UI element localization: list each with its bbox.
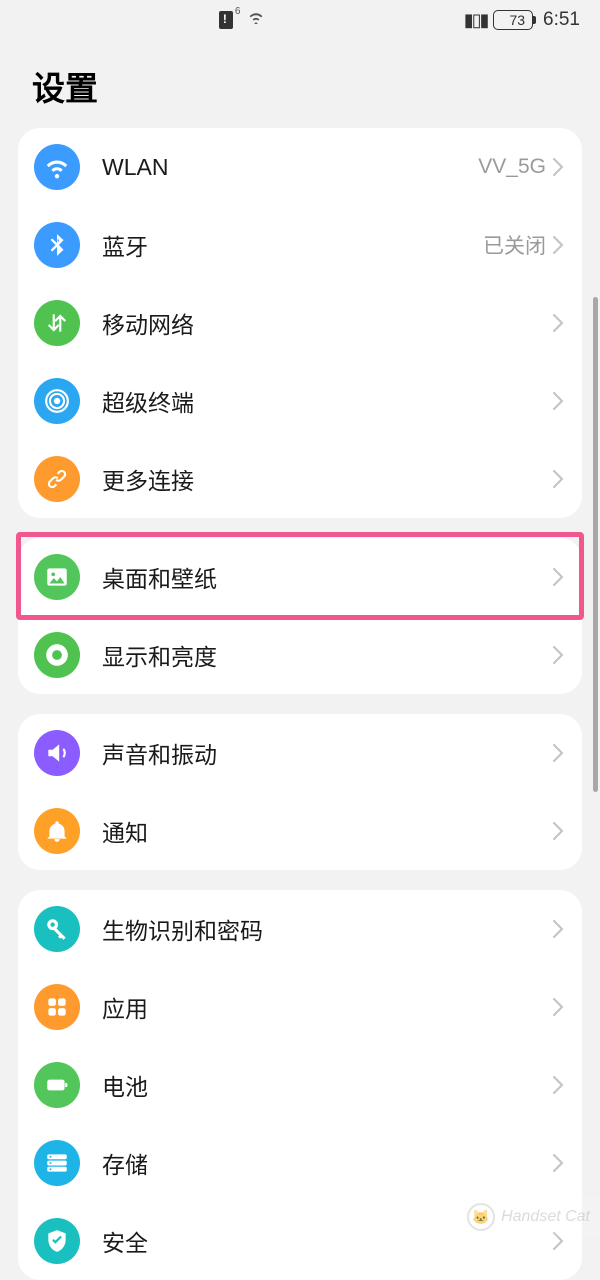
battery-pct: 73 [505,12,529,28]
row-label: 应用 [102,990,552,1024]
row-label: 电池 [102,1068,552,1102]
status-right: ▮▯▮ 73 6:51 [464,9,580,31]
chevron-right-icon [552,997,564,1017]
row-label: WLAN [102,154,478,181]
chevron-right-icon [552,469,564,489]
bluetooth-icon [34,222,80,268]
settings-row-display[interactable]: 显示和亮度 [18,616,582,694]
chevron-right-icon [552,743,564,763]
sound-icon [34,730,80,776]
settings-row-more-conn[interactable]: 更多连接 [18,440,582,518]
watermark-text: Handset Cat [501,1208,590,1226]
row-value: 已关闭 [483,230,546,260]
storage-icon [34,1140,80,1186]
battery-icon [34,1062,80,1108]
settings-row-super-device[interactable]: 超级终端 [18,362,582,440]
chevron-right-icon [552,235,564,255]
status-left: 6 [20,9,464,32]
settings-row-wlan[interactable]: WLANVV_5G [18,128,582,206]
settings-row-battery[interactable]: 电池 [18,1046,582,1124]
settings-group: 桌面和壁纸显示和亮度 [18,538,582,694]
chevron-right-icon [552,567,564,587]
row-label: 移动网络 [102,306,552,340]
scroll-indicator[interactable] [593,297,598,792]
status-bar: 6 ▮▯▮ 73 6:51 [0,0,600,40]
watermark: 🐱 Handset Cat [457,1197,600,1237]
row-label: 更多连接 [102,462,552,496]
settings-row-notifications[interactable]: 通知 [18,792,582,870]
settings-row-sound[interactable]: 声音和振动 [18,714,582,792]
battery-indicator: 73 [493,10,533,30]
row-label: 桌面和壁纸 [102,560,552,594]
super-device-icon [34,378,80,424]
row-label: 通知 [102,814,552,848]
settings-row-mobile[interactable]: 移动网络 [18,284,582,362]
clock: 6:51 [543,9,580,31]
settings-row-biometrics[interactable]: 生物识别和密码 [18,890,582,968]
row-label: 蓝牙 [102,228,483,262]
chevron-right-icon [552,1075,564,1095]
chevron-right-icon [552,645,564,665]
sim-alert-icon [219,11,233,29]
settings-row-apps[interactable]: 应用 [18,968,582,1046]
row-label: 存储 [102,1146,552,1180]
wifi-icon [34,144,80,190]
settings-list: WLANVV_5G蓝牙已关闭移动网络超级终端更多连接桌面和壁纸显示和亮度声音和振… [0,128,600,1280]
mobile-data-icon [34,300,80,346]
settings-group: 声音和振动通知 [18,714,582,870]
row-label: 超级终端 [102,384,552,418]
wallpaper-icon [34,554,80,600]
row-label: 显示和亮度 [102,638,552,672]
settings-row-storage[interactable]: 存储 [18,1124,582,1202]
chevron-right-icon [552,391,564,411]
link-icon [34,456,80,502]
display-icon [34,632,80,678]
settings-row-bluetooth[interactable]: 蓝牙已关闭 [18,206,582,284]
watermark-logo-icon: 🐱 [467,1203,495,1231]
row-value: VV_5G [478,155,546,179]
chevron-right-icon [552,313,564,333]
settings-group: WLANVV_5G蓝牙已关闭移动网络超级终端更多连接 [18,128,582,518]
apps-icon [34,984,80,1030]
chevron-right-icon [552,919,564,939]
vibrate-icon: ▮▯▮ [464,10,488,31]
page-title: 设置 [0,40,600,128]
bell-icon [34,808,80,854]
row-label: 生物识别和密码 [102,912,552,946]
key-icon [34,906,80,952]
wifi-status-icon: 6 [237,9,265,32]
chevron-right-icon [552,157,564,177]
row-label: 声音和振动 [102,736,552,770]
shield-icon [34,1218,80,1264]
settings-row-home-wallpaper[interactable]: 桌面和壁纸 [18,538,582,616]
chevron-right-icon [552,1153,564,1173]
chevron-right-icon [552,821,564,841]
